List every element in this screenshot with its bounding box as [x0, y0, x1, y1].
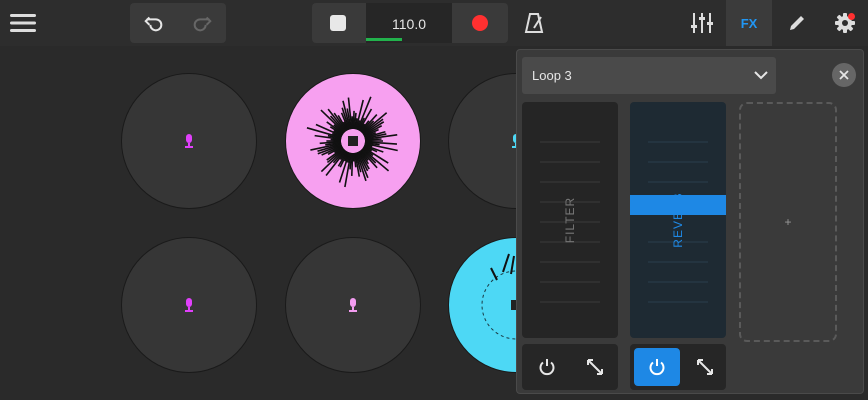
- record-button[interactable]: [460, 6, 500, 40]
- tempo-progress-bar: [366, 38, 403, 41]
- loop-stop-icon: [348, 136, 358, 146]
- chevron-down-icon: [754, 71, 768, 80]
- loop-pad-4[interactable]: [121, 237, 257, 373]
- reverb-expand-button[interactable]: [684, 348, 726, 386]
- loop-pad-5[interactable]: [285, 237, 421, 373]
- fx-label: FX: [740, 15, 758, 31]
- expand-icon: [587, 359, 603, 375]
- power-icon: [539, 359, 555, 376]
- mic-icon: [349, 298, 357, 312]
- reverb-slider-handle[interactable]: [630, 194, 726, 215]
- mixer-icon: [691, 13, 713, 33]
- power-icon: [649, 359, 665, 376]
- loop-pad-2[interactable]: [285, 73, 421, 209]
- record-icon: [472, 15, 488, 31]
- redo-button[interactable]: [182, 6, 222, 40]
- stop-icon: [330, 15, 346, 31]
- mic-icon: [185, 134, 193, 148]
- filter-power-button[interactable]: [526, 348, 568, 386]
- selected-loop-label: Loop 3: [532, 68, 572, 83]
- close-icon: [839, 70, 849, 80]
- settings-button[interactable]: [826, 6, 864, 40]
- mixer-button[interactable]: [682, 4, 722, 42]
- tempo-display[interactable]: 110.0: [366, 3, 452, 43]
- filter-label: FILTER: [563, 196, 577, 244]
- expand-icon: [697, 359, 713, 375]
- close-fx-button[interactable]: [832, 63, 856, 87]
- stop-button[interactable]: [318, 6, 358, 40]
- menu-button[interactable]: [6, 8, 40, 38]
- filter-expand-button[interactable]: [574, 348, 616, 386]
- fx-tab-button[interactable]: FX: [726, 0, 772, 46]
- edit-button[interactable]: [778, 6, 816, 40]
- menu-icon: [10, 14, 36, 32]
- loop-select-dropdown[interactable]: Loop 3: [522, 57, 776, 94]
- undo-icon: [144, 16, 163, 32]
- add-effect-slot[interactable]: +: [739, 102, 837, 342]
- settings-icon: [835, 13, 855, 33]
- undo-button[interactable]: [134, 6, 174, 40]
- metronome-button[interactable]: [516, 6, 552, 40]
- metronome-icon: [524, 13, 544, 33]
- mic-icon: [185, 298, 193, 312]
- reverb-slider[interactable]: REVERB: [630, 102, 726, 338]
- loop-pad-1[interactable]: [121, 73, 257, 209]
- redo-icon: [193, 16, 212, 32]
- filter-slider[interactable]: FILTER: [522, 102, 618, 338]
- tempo-value: 110.0: [392, 16, 426, 32]
- reverb-power-button[interactable]: [634, 348, 680, 386]
- add-slot-label: +: [784, 215, 792, 229]
- edit-icon: [790, 16, 804, 30]
